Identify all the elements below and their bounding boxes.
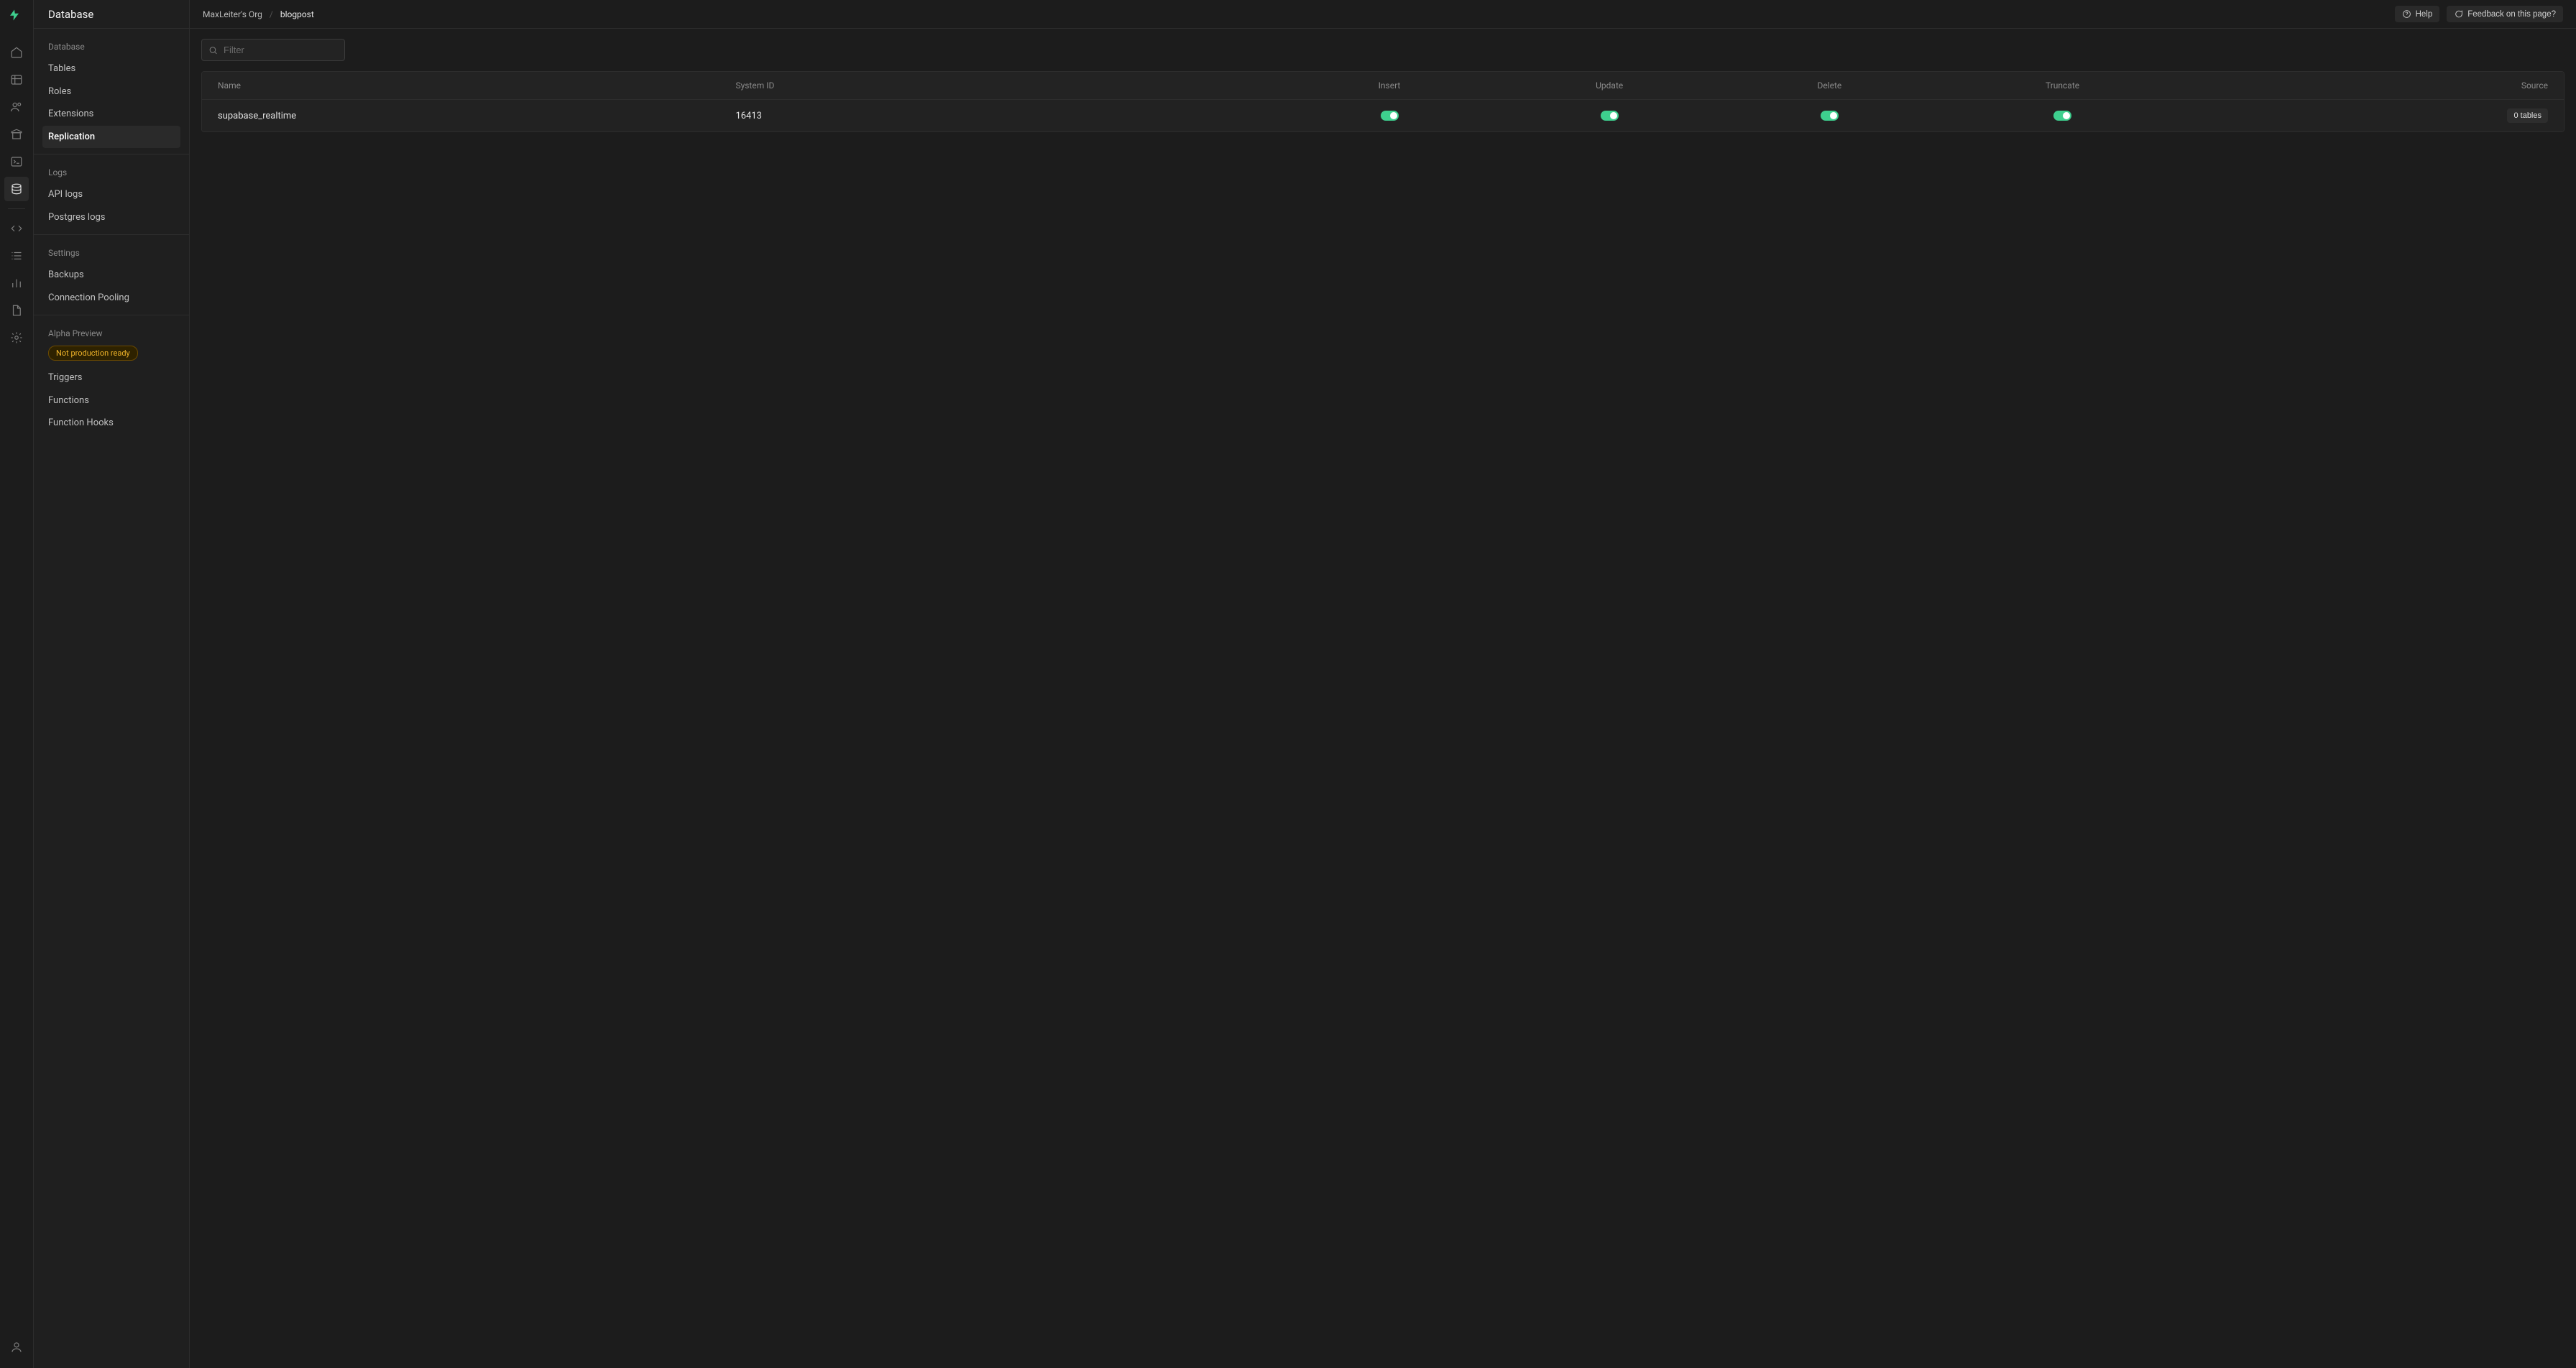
rail-docs[interactable] — [4, 298, 29, 323]
table-row: supabase_realtime 16413 0 tables — [202, 99, 2564, 131]
help-icon — [2402, 9, 2411, 19]
rail-logs[interactable] — [4, 244, 29, 268]
main-panel: MaxLeiter's Org / blogpost Help Feedback… — [190, 0, 2576, 1368]
toggle-insert[interactable] — [1381, 111, 1399, 121]
chart-icon — [10, 277, 23, 290]
col-system-id: System ID — [735, 80, 1279, 91]
replication-table: Name System ID Insert Update Delete Trun… — [201, 71, 2564, 132]
sidebar-heading: Settings — [42, 248, 180, 264]
filter-wrap — [201, 39, 345, 61]
breadcrumb-project[interactable]: blogpost — [280, 9, 314, 19]
rail-storage[interactable] — [4, 122, 29, 147]
table-header: Name System ID Insert Update Delete Trun… — [202, 72, 2564, 99]
sidebar-item-backups[interactable]: Backups — [42, 264, 180, 287]
col-insert: Insert — [1279, 80, 1499, 91]
toggle-truncate[interactable] — [2053, 111, 2071, 121]
help-button[interactable]: Help — [2395, 6, 2440, 22]
feedback-label: Feedback on this page? — [2467, 10, 2556, 19]
brand-logo[interactable] — [8, 9, 25, 26]
rail-database[interactable] — [4, 177, 29, 201]
list-icon — [10, 249, 23, 262]
feedback-button[interactable]: Feedback on this page? — [2447, 6, 2563, 22]
cell-name: supabase_realtime — [218, 111, 735, 121]
table-icon — [10, 73, 23, 86]
help-label: Help — [2416, 10, 2433, 19]
rail-separator — [8, 208, 25, 209]
toggle-delete[interactable] — [1821, 111, 1839, 121]
code-icon — [10, 222, 23, 235]
col-delete: Delete — [1719, 80, 1939, 91]
rail-sql[interactable] — [4, 149, 29, 174]
rail-reports[interactable] — [4, 271, 29, 295]
cell-system-id: 16413 — [735, 111, 1279, 121]
rail-auth[interactable] — [4, 95, 29, 119]
sidebar-item-postgres-logs[interactable]: Postgres logs — [42, 206, 180, 229]
sidebar-section-alpha: Alpha Preview Not production ready Trigg… — [34, 315, 189, 440]
icon-rail — [0, 0, 34, 1368]
sidebar-item-function-hooks[interactable]: Function Hooks — [42, 412, 180, 435]
alpha-badge: Not production ready — [48, 346, 138, 361]
col-update: Update — [1499, 80, 1719, 91]
rail-home[interactable] — [4, 40, 29, 65]
toggle-update[interactable] — [1601, 111, 1619, 121]
search-icon — [208, 45, 218, 55]
sidebar-item-extensions[interactable]: Extensions — [42, 103, 180, 126]
sidebar-heading: Database — [42, 42, 180, 57]
rail-api[interactable] — [4, 216, 29, 241]
user-icon — [10, 1341, 23, 1354]
sidebar-heading: Logs — [42, 167, 180, 183]
users-icon — [10, 101, 23, 114]
sidebar-item-api-logs[interactable]: API logs — [42, 183, 180, 206]
settings-icon — [10, 331, 23, 344]
home-icon — [10, 46, 23, 59]
terminal-icon — [10, 155, 23, 168]
breadcrumb-org[interactable]: MaxLeiter's Org — [203, 9, 262, 19]
rail-settings[interactable] — [4, 325, 29, 350]
sidebar-item-functions[interactable]: Functions — [42, 389, 180, 412]
col-truncate: Truncate — [1939, 80, 2185, 91]
breadcrumb-separator: / — [270, 9, 273, 19]
sidebar-title: Database — [34, 0, 189, 29]
topbar: MaxLeiter's Org / blogpost Help Feedback… — [190, 0, 2576, 29]
database-icon — [10, 182, 23, 195]
sidebar-item-roles[interactable]: Roles — [42, 80, 180, 103]
sidebar-item-connection-pooling[interactable]: Connection Pooling — [42, 287, 180, 310]
sidebar-section-database: Database Tables Roles Extensions Replica… — [34, 29, 189, 154]
col-name: Name — [218, 80, 735, 91]
file-icon — [10, 304, 23, 317]
filter-input[interactable] — [201, 39, 345, 61]
sidebar-heading: Alpha Preview — [42, 328, 180, 344]
col-source: Source — [2186, 80, 2548, 91]
sidebar-section-settings: Settings Backups Connection Pooling — [34, 235, 189, 315]
sidebar-item-tables[interactable]: Tables — [42, 57, 180, 80]
sidebar: Database Database Tables Roles Extension… — [34, 0, 190, 1368]
content: Name System ID Insert Update Delete Trun… — [190, 29, 2576, 142]
chat-icon — [2454, 9, 2463, 19]
sidebar-section-logs: Logs API logs Postgres logs — [34, 154, 189, 235]
sidebar-item-replication[interactable]: Replication — [42, 126, 180, 149]
source-button[interactable]: 0 tables — [2507, 108, 2548, 123]
sidebar-item-triggers[interactable]: Triggers — [42, 366, 180, 389]
rail-account[interactable] — [4, 1335, 29, 1359]
rail-tables[interactable] — [4, 68, 29, 92]
storage-icon — [10, 128, 23, 141]
